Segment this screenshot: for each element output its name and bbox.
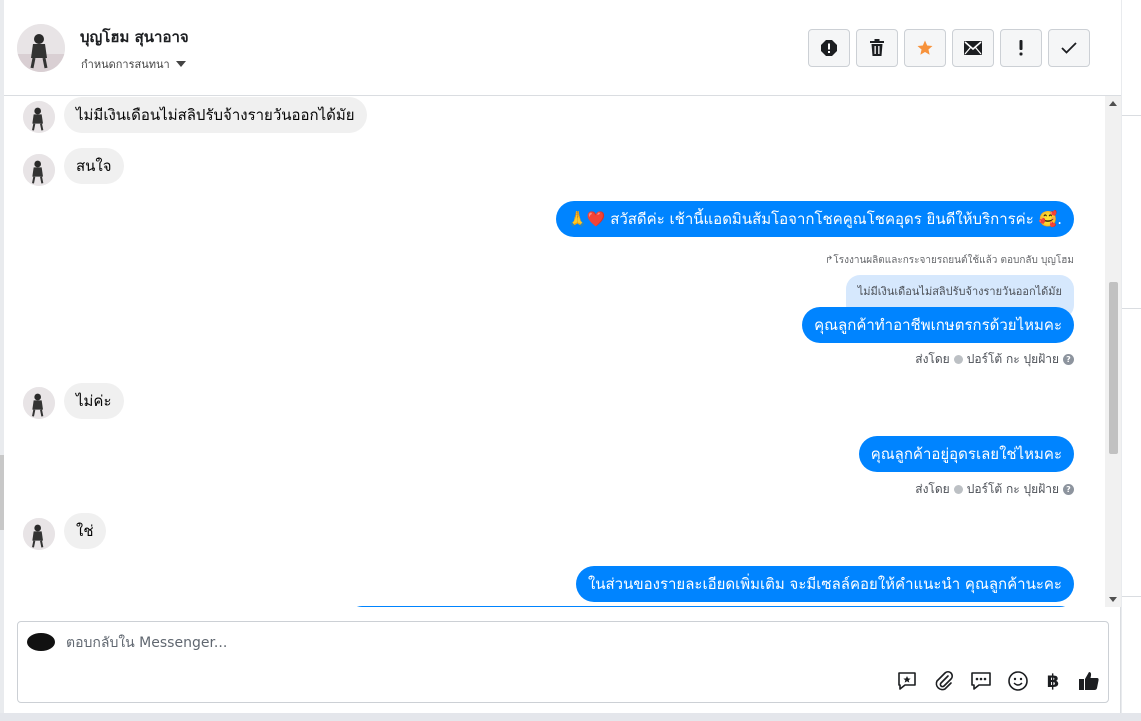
follow-up-button[interactable] [1000, 29, 1042, 67]
sent-by-info: ส่งโดย ปอร์โต้ กะ ปุยฝ้าย ? [915, 480, 1074, 499]
help-icon[interactable]: ? [1063, 354, 1074, 365]
conversation-header: บุญโฮม สุนาอาจ กำหนดการสนทนา [4, 0, 1121, 96]
outgoing-message[interactable]: ในส่วนของรายละเอียดเพิ่มเติม จะมีเซลล์คอ… [575, 566, 1074, 602]
outgoing-message[interactable]: คุณลูกค้าอยู่อุดรเลยใช่ไหมคะ [858, 436, 1074, 472]
bottom-edge [0, 713, 1141, 721]
saved-replies-icon [971, 672, 991, 690]
star-icon [917, 40, 933, 55]
emoji-icon [1008, 671, 1028, 691]
thread-scrollbar[interactable] [1105, 96, 1121, 607]
agent-name: ปอร์โต้ กะ ปุยฝ้าย [966, 482, 1059, 496]
trash-icon [870, 39, 884, 56]
sticker-reply-button[interactable] [894, 668, 920, 694]
caret-down-icon [175, 61, 186, 67]
page-logo [27, 633, 55, 651]
envelope-icon [964, 41, 982, 55]
assign-conversation-label: กำหนดการสนทนา [81, 58, 170, 71]
agent-name: ปอร์โต้ กะ ปุยฝ้าย [966, 352, 1059, 366]
incoming-message[interactable]: ไม่ค่ะ [64, 383, 124, 419]
attach-file-button[interactable] [931, 668, 957, 694]
baht-payment-icon: ฿ [1046, 670, 1060, 692]
mark-unread-button[interactable] [952, 29, 994, 67]
outgoing-message[interactable]: 🙏❤️ สวัสดีค่ะ เช้านี้แอดมินส้มโอจากโชคคู… [556, 201, 1074, 237]
reply-composer: ฿ [17, 621, 1109, 703]
reply-context-note: ↱โรงงานผลิตและกระจายรถยนต์ใช้แล้ว ตอบกลั… [824, 255, 1074, 266]
saved-replies-button[interactable] [968, 668, 994, 694]
assign-conversation-dropdown[interactable]: กำหนดการสนทนา [81, 55, 186, 73]
reply-input[interactable] [66, 632, 866, 654]
right-edge [1122, 0, 1141, 721]
alert-circle-icon [821, 40, 837, 56]
sent-by-label: ส่งโดย [915, 482, 950, 496]
outgoing-message[interactable]: คุณลูกค้าทำอาชีพเกษตรกรด้วยไหมคะ [802, 307, 1074, 343]
scroll-thumb[interactable] [1109, 282, 1118, 454]
contact-message-avatar [23, 101, 55, 133]
agent-dot-icon [953, 485, 963, 494]
message-thread: ไม่มีเงินเดือนไม่สลิปรับจ้างรายวันออกได้… [4, 96, 1104, 607]
agent-dot-icon [953, 355, 963, 364]
sent-by-label: ส่งโดย [915, 352, 950, 366]
contact-avatar[interactable] [17, 24, 65, 72]
contact-message-avatar [23, 154, 55, 186]
sent-by-info: ส่งโดย ปอร์โต้ กะ ปุยฝ้าย ? [915, 350, 1074, 369]
incoming-message[interactable]: สนใจ [64, 148, 124, 184]
like-button[interactable] [1076, 668, 1102, 694]
contact-name[interactable]: บุญโฮม สุนาอาจ [80, 25, 189, 49]
check-icon [1061, 42, 1077, 54]
attachment-icon [935, 670, 954, 691]
delete-button[interactable] [856, 29, 898, 67]
left-edge-handle [0, 455, 4, 530]
incoming-message[interactable]: ใช่ [64, 513, 106, 549]
star-button[interactable] [904, 29, 946, 67]
sticker-reply-icon [898, 672, 916, 690]
scroll-down-arrow-icon[interactable] [1109, 597, 1117, 602]
mark-spam-button[interactable] [808, 29, 850, 67]
outgoing-message-partial [348, 606, 1074, 607]
exclamation-icon [1019, 40, 1023, 56]
contact-message-avatar [23, 387, 55, 419]
scroll-up-arrow-icon[interactable] [1109, 101, 1117, 106]
help-icon[interactable]: ? [1063, 484, 1074, 495]
payment-button[interactable]: ฿ [1040, 668, 1066, 694]
thumbs-up-icon [1079, 672, 1099, 690]
incoming-message[interactable]: ไม่มีเงินเดือนไม่สลิปรับจ้างรายวันออกได้… [64, 97, 367, 133]
emoji-button[interactable] [1005, 668, 1031, 694]
conversation-panel: บุญโฮม สุนาอาจ กำหนดการสนทนา ไม่มีเงินเด… [4, 0, 1121, 713]
mark-done-button[interactable] [1048, 29, 1090, 67]
contact-message-avatar [23, 518, 55, 550]
